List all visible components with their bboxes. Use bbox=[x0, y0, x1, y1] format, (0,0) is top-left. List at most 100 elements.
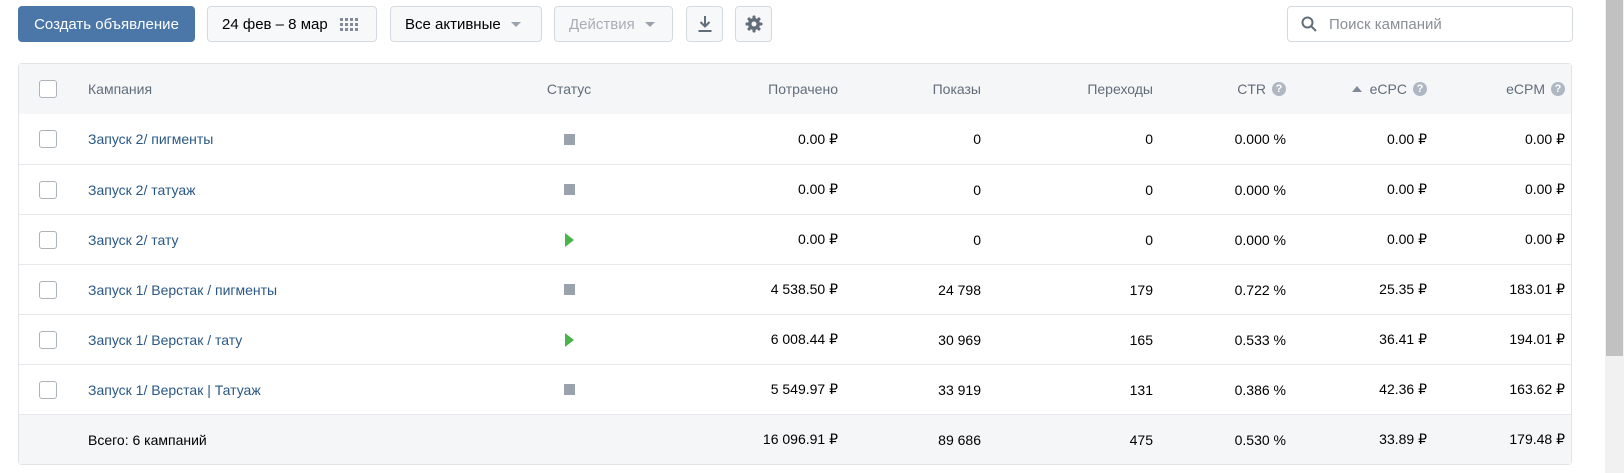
row-checkbox[interactable] bbox=[39, 280, 57, 299]
help-icon[interactable]: ? bbox=[1413, 82, 1427, 96]
campaign-link[interactable]: Запуск 2/ тату bbox=[88, 232, 179, 248]
ctr-cell: 0.722 % bbox=[1234, 281, 1286, 298]
clicks-cell: 165 bbox=[1129, 331, 1153, 348]
ecpc-cell: 25.35 ₽ bbox=[1379, 281, 1427, 297]
row-select-cell bbox=[39, 165, 59, 214]
campaign-name-cell: Запуск 2/ тату bbox=[88, 215, 528, 264]
download-button[interactable] bbox=[686, 6, 723, 42]
row-checkbox[interactable] bbox=[39, 330, 57, 349]
header-spent[interactable]: Потрачено bbox=[639, 64, 838, 114]
download-icon bbox=[698, 16, 711, 32]
row-checkbox[interactable] bbox=[39, 380, 57, 399]
header-shows[interactable]: Показы bbox=[839, 64, 981, 114]
campaign-name-cell: Запуск 1/ Верстак / тату bbox=[88, 315, 528, 364]
campaign-link[interactable]: Запуск 1/ Верстак | Татуаж bbox=[88, 382, 261, 398]
ctr-cell: 0.386 % bbox=[1234, 381, 1286, 398]
table-row: Запуск 1/ Верстак / пигменты 4 538.50 ₽ 24… bbox=[19, 264, 1571, 314]
shows-cell: 24 798 bbox=[938, 281, 981, 298]
row-select-cell bbox=[39, 365, 59, 414]
status-cell[interactable] bbox=[519, 315, 619, 364]
total-ecpm: 179.48 ₽ bbox=[1509, 431, 1565, 447]
total-clicks: 475 bbox=[1129, 431, 1153, 448]
header-ecpc[interactable]: eCPC ? bbox=[1286, 64, 1427, 114]
header-ctr[interactable]: CTR ? bbox=[1153, 64, 1286, 114]
ctr-cell: 0.000 % bbox=[1234, 231, 1286, 248]
table-row: Запуск 2/ татуаж 0.00 ₽ 0 0 0.000 % 0.00 ₽ 0.0… bbox=[19, 164, 1571, 214]
status-cell[interactable] bbox=[519, 215, 619, 264]
ecpm-cell: 183.01 ₽ bbox=[1509, 281, 1565, 297]
chevron-down-icon bbox=[644, 21, 655, 27]
clicks-cell: 0 bbox=[1145, 231, 1153, 248]
table-row: Запуск 2/ тату 0.00 ₽ 0 0 0.000 % 0.00 ₽ 0.00 … bbox=[19, 214, 1571, 264]
clicks-cell: 0 bbox=[1145, 181, 1153, 198]
ecpc-cell: 0.00 ₽ bbox=[1386, 130, 1427, 147]
status-cell[interactable] bbox=[519, 165, 619, 214]
total-ecpc: 33.89 ₽ bbox=[1379, 431, 1427, 447]
campaign-link[interactable]: Запуск 2/ пигменты bbox=[88, 131, 213, 147]
running-status-icon bbox=[564, 332, 574, 347]
stopped-status-icon bbox=[563, 133, 575, 145]
campaign-name-cell: Запуск 2/ пигменты bbox=[88, 114, 528, 164]
status-cell[interactable] bbox=[519, 265, 619, 314]
toolbar: Создать объявление 24 фев – 8 мар Все ак… bbox=[0, 0, 1580, 48]
total-shows: 89 686 bbox=[938, 431, 981, 448]
spent-cell: 0.00 ₽ bbox=[797, 130, 838, 147]
ecpc-cell: 0.00 ₽ bbox=[1386, 181, 1427, 197]
campaign-name-cell: Запуск 2/ татуаж bbox=[88, 165, 528, 214]
spent-cell: 0.00 ₽ bbox=[797, 181, 838, 197]
actions-dropdown[interactable]: Действия bbox=[554, 6, 673, 42]
table-row: Запуск 1/ Верстак | Татуаж 5 549.97 ₽ 33 9… bbox=[19, 364, 1571, 414]
campaign-link[interactable]: Запуск 1/ Верстак / тату bbox=[88, 332, 242, 348]
stopped-status-icon bbox=[563, 184, 575, 195]
row-checkbox[interactable] bbox=[39, 230, 57, 249]
campaign-search[interactable] bbox=[1287, 6, 1573, 42]
select-all-checkbox[interactable] bbox=[39, 80, 57, 98]
header-status[interactable]: Статус bbox=[519, 64, 619, 114]
campaigns-table: Кампания Статус Потрачено Показы Переход… bbox=[18, 63, 1572, 465]
campaign-name-cell: Запуск 1/ Верстак | Татуаж bbox=[88, 365, 528, 414]
status-cell[interactable] bbox=[519, 114, 619, 164]
spent-cell: 4 538.50 ₽ bbox=[770, 281, 838, 297]
table-header: Кампания Статус Потрачено Показы Переход… bbox=[19, 64, 1571, 114]
clicks-cell: 131 bbox=[1129, 381, 1153, 398]
table-total-row: Всего: 6 кампаний 16 096.91 ₽ 89 686 475… bbox=[19, 414, 1571, 464]
page-scrollbar-thumb[interactable] bbox=[1606, 0, 1623, 356]
help-icon[interactable]: ? bbox=[1272, 82, 1286, 96]
date-range-picker[interactable]: 24 фев – 8 мар bbox=[207, 6, 377, 42]
settings-button[interactable] bbox=[735, 6, 772, 42]
ctr-cell: 0.533 % bbox=[1234, 331, 1286, 348]
shows-cell: 0 bbox=[973, 181, 981, 198]
select-all-cell bbox=[39, 64, 59, 114]
calendar-grid-icon bbox=[339, 17, 358, 31]
table-body: Запуск 2/ пигменты 0.00 ₽ 0 0 0.000 % 0.00 ₽ 0… bbox=[19, 114, 1571, 414]
campaign-link[interactable]: Запуск 1/ Верстак / пигменты bbox=[88, 282, 277, 298]
date-range-label: 24 фев – 8 мар bbox=[222, 15, 328, 33]
spent-cell: 0.00 ₽ bbox=[797, 231, 838, 247]
status-cell[interactable] bbox=[519, 365, 619, 414]
sort-ascending-icon bbox=[1351, 86, 1362, 92]
help-icon[interactable]: ? bbox=[1551, 82, 1565, 96]
create-ad-button[interactable]: Создать объявление bbox=[18, 6, 195, 42]
shows-cell: 0 bbox=[973, 131, 981, 147]
spent-cell: 6 008.44 ₽ bbox=[770, 331, 838, 347]
gear-icon bbox=[745, 15, 762, 33]
ctr-cell: 0.000 % bbox=[1234, 181, 1286, 198]
campaign-link[interactable]: Запуск 2/ татуаж bbox=[88, 182, 196, 198]
ecpc-cell: 36.41 ₽ bbox=[1379, 331, 1427, 347]
row-checkbox[interactable] bbox=[39, 130, 57, 148]
status-filter-dropdown[interactable]: Все активные bbox=[390, 6, 542, 42]
total-ctr: 0.530 % bbox=[1234, 431, 1286, 448]
campaign-name-cell: Запуск 1/ Верстак / пигменты bbox=[88, 265, 528, 314]
row-select-cell bbox=[39, 114, 59, 164]
shows-cell: 33 919 bbox=[938, 381, 981, 398]
shows-cell: 30 969 bbox=[938, 331, 981, 348]
search-input[interactable] bbox=[1327, 14, 1561, 34]
row-checkbox[interactable] bbox=[39, 180, 57, 199]
header-campaign[interactable]: Кампания bbox=[88, 64, 528, 114]
ecpm-cell: 194.01 ₽ bbox=[1509, 331, 1565, 347]
header-clicks[interactable]: Переходы bbox=[981, 64, 1153, 114]
stopped-status-icon bbox=[563, 384, 575, 395]
header-ecpm[interactable]: eCPM ? bbox=[1427, 64, 1565, 114]
ecpc-cell: 0.00 ₽ bbox=[1386, 231, 1427, 247]
actions-label: Действия bbox=[569, 15, 635, 33]
